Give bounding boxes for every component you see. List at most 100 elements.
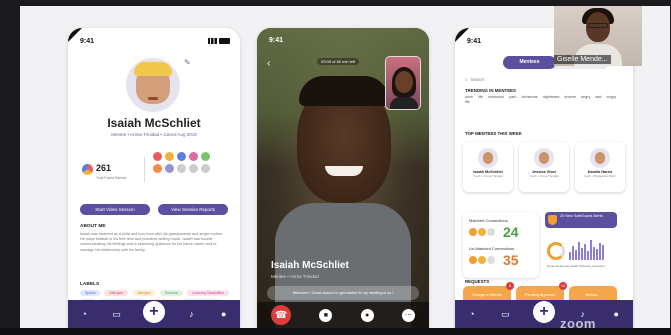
label-chip[interactable]: Eczema — [159, 290, 183, 296]
alerts-panel: 20 New SafeGuard Alerts Regional Mental … — [545, 212, 625, 278]
participant-glasses — [588, 23, 608, 28]
label-chip[interactable]: Allergies — [132, 290, 156, 296]
profile-icon[interactable]: ● — [218, 308, 230, 320]
profile-icon[interactable]: ● — [610, 308, 622, 320]
badge-grid[interactable] — [153, 152, 210, 173]
tab-mentees[interactable]: Mentees — [503, 56, 556, 69]
trending-tag[interactable]: nightmare — [543, 95, 560, 99]
pip-person-face — [395, 71, 413, 93]
back-icon[interactable]: ‹ — [267, 58, 270, 69]
badge-icon[interactable] — [177, 152, 186, 161]
participant-video-tile[interactable]: Giselle Mende... — [554, 6, 642, 66]
add-icon[interactable]: + — [142, 301, 165, 323]
self-view-pip[interactable] — [385, 56, 421, 110]
badge-icon[interactable] — [189, 152, 198, 161]
labels-heading: LABELS — [80, 282, 100, 287]
connections-panel: Matched Connections 24 Un-Matched Connec… — [463, 212, 539, 278]
trending-tag[interactable]: christmas — [521, 95, 537, 99]
status-bar: 9:41 — [80, 36, 230, 46]
unmatched-label: Un-Matched Connections — [469, 246, 515, 251]
mentee-card[interactable]: Kamila Harris Youth • Bridgetown Barb. — [575, 142, 625, 192]
badge-icon[interactable] — [165, 164, 174, 173]
trending-tag[interactable]: sad — [595, 95, 601, 99]
trending-tag[interactable]: angry — [581, 95, 591, 99]
end-call-icon[interactable]: ☎ — [271, 305, 292, 325]
trending-tag[interactable]: life — [478, 95, 483, 99]
label-chip[interactable]: Allergies — [104, 290, 129, 296]
wellness-bar — [590, 240, 592, 260]
more-icon[interactable]: ⋯ — [401, 308, 415, 322]
edit-icon[interactable]: ✎ — [184, 58, 191, 67]
bottom-nav: ◔ ▭ + ♪ ● — [68, 300, 240, 328]
wellness-bar — [596, 249, 598, 260]
divider — [144, 156, 145, 182]
trending-heading: TRENDING IN MENTEES — [465, 88, 516, 93]
unmatched-dots — [469, 256, 495, 264]
chat-icon[interactable]: ▭ — [111, 308, 123, 320]
status-time: 9:41 — [80, 37, 95, 45]
caller-subtitle: Mentee • Arima Trinidad — [271, 274, 319, 279]
request-label: Pending Approval — [525, 293, 555, 297]
view-session-reports-button[interactable]: View Session Reports — [158, 204, 228, 215]
avatar-memoji — [134, 62, 172, 104]
badge-icon[interactable] — [165, 152, 174, 161]
mentee-card[interactable]: Isaiah McSchliet Youth • Arima Trinidad — [463, 142, 513, 192]
participant-name: Giselle Mende... — [554, 55, 611, 64]
wellness-bars — [569, 240, 604, 260]
add-icon[interactable]: + — [532, 301, 555, 323]
clock-icon[interactable]: ◔ — [78, 308, 90, 320]
avatar[interactable] — [126, 58, 180, 112]
profile-subtitle: Mentee • Arima Trinidad • Joined Aug 201… — [111, 132, 197, 137]
trending-tag[interactable]: pain — [509, 95, 516, 99]
badge-icon[interactable] — [153, 152, 162, 161]
badge-icon[interactable] — [177, 164, 186, 173]
start-video-session-button[interactable]: Start Video Session — [80, 204, 150, 215]
label-chip[interactable]: Learning Disabilities — [186, 290, 230, 296]
mentee-meta: Youth • Arima Trinidad — [473, 174, 503, 178]
profile-phone: 9:41 ✎ Isaiah McSchliet Mentee • Arima T… — [68, 28, 240, 328]
trending-tag[interactable]: confusion — [488, 95, 504, 99]
badge-icon[interactable] — [153, 164, 162, 173]
mentee-card[interactable]: Jessica Vivor Youth • Arima Trinidad — [519, 142, 569, 192]
badge-icon[interactable] — [189, 164, 198, 173]
mic-icon[interactable]: ● — [360, 308, 374, 322]
trending-tag[interactable]: shame — [564, 95, 575, 99]
safeguard-alerts-button[interactable]: 20 New SafeGuard Alerts — [545, 212, 617, 228]
matched-value: 24 — [503, 224, 519, 240]
search-input[interactable]: ⌕ Search — [465, 75, 623, 84]
wellness-bar — [578, 242, 580, 260]
mentee-meta: Youth • Bridgetown Barb. — [583, 174, 617, 178]
search-icon: ⌕ — [465, 77, 468, 82]
chat-icon[interactable]: ▭ — [499, 308, 511, 320]
video-person-hair — [299, 76, 389, 106]
badge-icon[interactable] — [201, 164, 210, 173]
trending-tag[interactable]: work — [465, 95, 473, 99]
wellness-bar — [584, 244, 586, 260]
points-value: 261 — [96, 163, 112, 173]
wellness-bar — [581, 248, 583, 260]
trending-tag[interactable]: life — [465, 100, 470, 104]
about-text: Isaiah was fostered as a child and now l… — [80, 232, 224, 252]
live-caption: Welcome ! Great chance to get started to… — [267, 286, 419, 300]
profile-actions: Start Video Session View Session Reports — [80, 204, 228, 215]
badge-icon[interactable] — [201, 152, 210, 161]
unmatched-value: 35 — [503, 252, 519, 268]
video-person-smile — [325, 166, 363, 176]
trending-tag[interactable]: angry — [607, 95, 617, 99]
bell-icon[interactable]: ♪ — [185, 308, 197, 320]
top-mentees-heading: TOP MENTEES THIS WEEK — [465, 131, 522, 136]
alerts-legend: Regional Mental Health Wellness Indicato… — [547, 264, 605, 268]
search-placeholder: Search — [470, 77, 485, 82]
trending-tags: work life confusion pain christmas nightmare s… — [465, 95, 623, 104]
clock-icon[interactable]: ◔ — [466, 308, 478, 320]
shield-icon — [548, 215, 557, 225]
wellness-gauge — [547, 242, 565, 260]
matched-dots — [469, 228, 495, 236]
camera-icon[interactable]: ■ — [319, 308, 333, 322]
video-call-phone: 9:41 ‹ 03:05 of 60 min left Isaiah McSch… — [257, 28, 429, 328]
request-count-badge: 14 — [559, 282, 567, 290]
mentee-meta: Youth • Arima Trinidad — [529, 174, 559, 178]
avatar — [590, 148, 610, 168]
label-chip[interactable]: Sports — [80, 290, 101, 296]
wellness-bar — [572, 246, 574, 260]
